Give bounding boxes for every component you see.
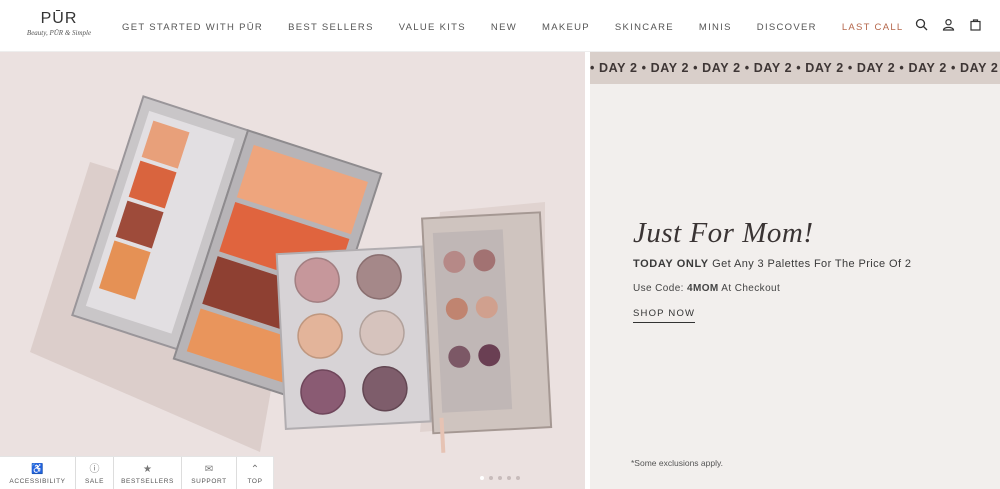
carousel-dot[interactable] (498, 476, 502, 480)
nav-get-started[interactable]: GET STARTED WITH PŪR (122, 22, 263, 36)
accessibility-icon: ♿ (31, 463, 44, 475)
carousel-dot[interactable] (489, 476, 493, 480)
toolbar-label: ACCESSIBILITY (9, 477, 66, 485)
palettes-illustration (30, 95, 553, 453)
nav-minis[interactable]: MINIS (699, 22, 732, 36)
carousel-dot[interactable] (516, 476, 520, 480)
sale-button[interactable]: ⓘ SALE (76, 457, 114, 489)
support-button[interactable]: ✉ SUPPORT (182, 457, 237, 489)
announcement-marquee: • DAY 2 • DAY 2 • DAY 2 • DAY 2 • DAY 2 … (590, 52, 1000, 84)
nav-discover[interactable]: DISCOVER (757, 22, 817, 36)
site-header: PŪR Beauty, PŪR & Simple GET STARTED WIT… (0, 0, 1000, 52)
account-icon[interactable] (942, 18, 955, 31)
toolbar-label: SUPPORT (191, 477, 227, 485)
promo-offer-text: Get Any 3 Palettes For The Price Of 2 (712, 258, 912, 270)
top-button[interactable]: ⌃ TOP (237, 457, 273, 489)
chevron-up-icon: ⌃ (250, 463, 260, 475)
promo-code: 4MOM (687, 283, 719, 294)
promo-panel: Just For Mom! TODAY ONLY Get Any 3 Palet… (590, 84, 1000, 489)
nav-new[interactable]: NEW (491, 22, 517, 36)
exclusions-note: *Some exclusions apply. (631, 458, 723, 468)
toolbar-label: BESTSELLERS (121, 477, 174, 485)
logo-mark[interactable]: PŪR (24, 11, 94, 27)
chat-icon: ✉ (204, 463, 214, 475)
search-icon[interactable] (915, 18, 928, 31)
star-icon: ★ (143, 463, 152, 475)
promo-title: Just For Mom! (633, 217, 814, 249)
accessibility-button[interactable]: ♿ ACCESSIBILITY (0, 457, 76, 489)
shop-now-link[interactable]: SHOP NOW (633, 308, 696, 323)
carousel-dot[interactable] (480, 476, 484, 480)
bag-icon[interactable] (969, 18, 982, 31)
promo-code-line: Use Code: 4MOM At Checkout (633, 283, 780, 294)
nav-best-sellers[interactable]: BEST SELLERS (288, 22, 374, 36)
main-nav: GET STARTED WITH PŪR BEST SELLERS VALUE … (122, 22, 929, 36)
nav-skincare[interactable]: SKINCARE (615, 22, 674, 36)
carousel-dots (480, 476, 520, 480)
promo-code-prefix: Use Code: (633, 283, 684, 294)
logo[interactable]: PŪR Beauty, PŪR & Simple (24, 11, 94, 38)
promo-code-suffix: At Checkout (721, 283, 781, 294)
logo-tagline: Beauty, PŪR & Simple (26, 29, 92, 37)
nav-value-kits[interactable]: VALUE KITS (399, 22, 466, 36)
hero-image[interactable] (0, 52, 585, 489)
bestsellers-button[interactable]: ★ BESTSELLERS (114, 457, 182, 489)
promo-offer-strong: TODAY ONLY (633, 258, 709, 270)
toolbar-label: SALE (84, 477, 105, 485)
marquee-text: • DAY 2 • DAY 2 • DAY 2 • DAY 2 • DAY 2 … (590, 61, 1000, 75)
promo-offer: TODAY ONLY Get Any 3 Palettes For The Pr… (633, 258, 911, 270)
toolbar-label: TOP (247, 477, 263, 485)
nav-makeup[interactable]: MAKEUP (542, 22, 590, 36)
bottom-toolbar: ♿ ACCESSIBILITY ⓘ SALE ★ BESTSELLERS ✉ S… (0, 456, 274, 489)
header-icons (915, 18, 982, 31)
carousel-dot[interactable] (507, 476, 511, 480)
nav-last-call[interactable]: LAST CALL (842, 22, 904, 36)
sale-icon: ⓘ (89, 463, 100, 475)
